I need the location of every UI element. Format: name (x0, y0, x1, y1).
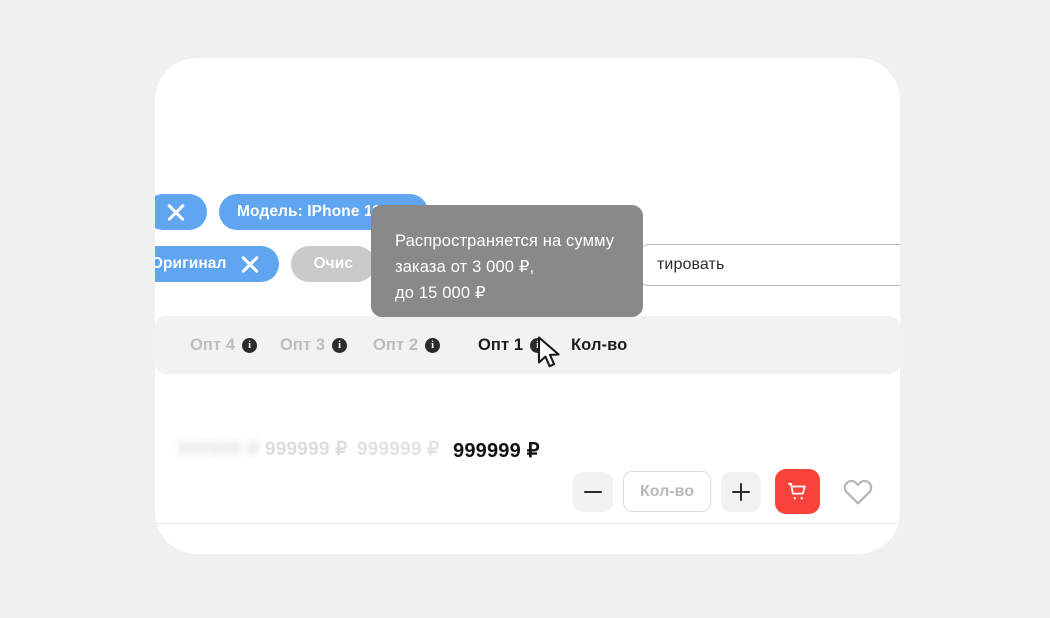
shopping-cart-icon (787, 482, 806, 500)
filter-chip-label: ва: Оригинал (155, 255, 227, 272)
sort-dropdown-value: тировать (657, 256, 725, 273)
price-opt-1: 999999 ₽ (453, 440, 540, 462)
quantity-increment-button[interactable] (721, 471, 761, 512)
quantity-controls (573, 469, 874, 514)
close-icon[interactable] (165, 201, 187, 223)
price-tier-tooltip: Распространяется на сумму заказа от 3 00… (371, 205, 643, 317)
column-label: Опт 3 (280, 335, 326, 354)
price-opt-2: 999999 ₽ (357, 439, 440, 460)
sort-dropdown[interactable]: тировать (640, 244, 900, 286)
column-header-opt-4[interactable]: Опт 4 i (190, 335, 258, 355)
price-opt-3: 999999 ₽ (265, 439, 348, 460)
close-icon[interactable] (239, 253, 261, 275)
filter-chip-original[interactable]: ва: Оригинал (155, 246, 280, 282)
column-header-opt-1[interactable]: Опт 1 i (478, 335, 546, 355)
row-divider (155, 523, 900, 524)
column-label: Опт 2 (373, 335, 419, 354)
product-row: 999999 ₽ 999999 ₽ 999999 ₽ 999999 ₽ (155, 396, 900, 516)
column-label: Опт 4 (190, 335, 236, 354)
clear-filters-button[interactable]: Очис (291, 246, 376, 282)
filter-chip-truncated[interactable] (155, 194, 207, 230)
info-icon[interactable]: i (425, 337, 441, 353)
price-opt-4: 999999 ₽ (177, 439, 260, 460)
filter-chip-row-2: ва: Оригинал Очис (155, 246, 376, 282)
column-header-opt-2[interactable]: Опт 2 i (373, 335, 441, 355)
info-icon[interactable]: i (530, 337, 546, 353)
quantity-decrement-button[interactable] (573, 471, 613, 512)
column-header-quantity: Кол-во (571, 336, 627, 355)
add-to-favorites-button[interactable] (842, 476, 874, 508)
column-header-opt-3[interactable]: Опт 3 i (280, 335, 348, 355)
quantity-input[interactable] (623, 471, 711, 512)
clear-filters-label: Очис (313, 255, 354, 272)
add-to-cart-button[interactable] (775, 469, 820, 514)
price-table-header: Опт 4 i Опт 3 i Опт 2 i Опт 1 i Кол-во (155, 316, 900, 374)
column-label: Кол-во (571, 335, 628, 354)
info-icon[interactable]: i (332, 337, 348, 353)
filter-chip-label: Модель: IPhone 11 (237, 203, 381, 220)
column-label: Опт 1 (478, 335, 524, 354)
heart-icon (843, 479, 873, 504)
info-icon[interactable]: i (242, 337, 258, 353)
